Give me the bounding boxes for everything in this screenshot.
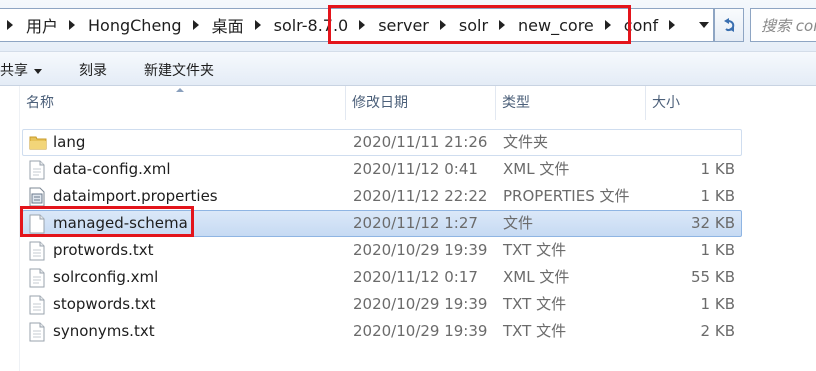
file-date: 2020/11/12 0:17 xyxy=(353,268,478,286)
file-list: lang 2020/11/11 21:26 文件夹 data-config.xm… xyxy=(22,129,742,345)
file-size: 1 KB xyxy=(700,187,735,205)
file-date: 2020/10/29 19:39 xyxy=(353,241,488,259)
properties-file-icon xyxy=(29,187,47,207)
sort-ascending-icon xyxy=(176,88,184,92)
chevron-down-icon xyxy=(34,68,42,74)
share-label: 共享 xyxy=(0,63,28,79)
file-size: 1 KB xyxy=(700,241,735,259)
column-header-size[interactable]: 大小 xyxy=(645,86,816,120)
list-item[interactable]: lang 2020/11/11 21:26 文件夹 xyxy=(22,129,742,156)
chevron-right-icon[interactable] xyxy=(69,20,76,30)
file-size: 32 KB xyxy=(691,214,735,232)
file-type: TXT 文件 xyxy=(503,322,567,340)
command-toolbar: 共享 刻录 新建文件夹 xyxy=(0,52,816,86)
file-name: solrconfig.xml xyxy=(53,268,159,286)
text-file-icon xyxy=(29,295,47,315)
highlight-box-managed-schema xyxy=(20,206,194,237)
breadcrumb-item-user[interactable]: HongCheng xyxy=(86,16,182,35)
navigation-pane-edge xyxy=(0,86,20,371)
chevron-right-icon[interactable] xyxy=(669,20,676,30)
burn-button[interactable]: 刻录 xyxy=(79,60,107,80)
list-item[interactable]: stopwords.txt 2020/10/29 19:39 TXT 文件 1 … xyxy=(22,291,742,318)
file-name: synonyms.txt xyxy=(53,322,155,340)
file-size: 1 KB xyxy=(700,295,735,313)
share-menu-button[interactable]: 共享 xyxy=(0,60,42,80)
chevron-right-icon[interactable] xyxy=(254,20,261,30)
file-name: data-config.xml xyxy=(53,160,171,178)
list-item[interactable]: protwords.txt 2020/10/29 19:39 TXT 文件 1 … xyxy=(22,237,742,264)
file-type: TXT 文件 xyxy=(503,241,567,259)
folder-icon xyxy=(29,133,47,153)
new-folder-button[interactable]: 新建文件夹 xyxy=(144,60,214,80)
refresh-button[interactable] xyxy=(714,8,744,42)
file-date: 2020/11/11 21:26 xyxy=(353,133,488,151)
file-size: 2 KB xyxy=(700,322,735,340)
refresh-icon xyxy=(724,18,735,32)
address-history-dropdown[interactable] xyxy=(694,10,714,40)
highlight-box-path xyxy=(328,5,631,44)
breadcrumb-item-users[interactable]: 用户 xyxy=(24,13,58,37)
file-date: 2020/10/29 19:39 xyxy=(353,295,488,313)
list-item[interactable]: synonyms.txt 2020/10/29 19:39 TXT 文件 2 K… xyxy=(22,318,742,345)
file-name: protwords.txt xyxy=(53,241,154,259)
text-file-icon xyxy=(29,322,47,342)
file-date: 2020/11/12 22:22 xyxy=(353,187,488,205)
list-item[interactable]: solrconfig.xml 2020/11/12 0:17 XML 文件 55… xyxy=(22,264,742,291)
chevron-down-icon xyxy=(699,22,709,28)
file-size: 1 KB xyxy=(700,160,735,178)
xml-file-icon xyxy=(29,268,47,288)
search-input[interactable]: 搜索 conf xyxy=(750,8,816,42)
file-type: XML 文件 xyxy=(503,160,570,178)
file-type: XML 文件 xyxy=(503,268,570,286)
file-date: 2020/10/29 19:39 xyxy=(353,322,488,340)
chevron-right-icon[interactable] xyxy=(7,20,13,30)
column-headers: 名称 修改日期 类型 大小 xyxy=(0,86,816,120)
file-type: TXT 文件 xyxy=(503,295,567,313)
column-header-type[interactable]: 类型 xyxy=(495,86,645,120)
text-file-icon xyxy=(29,241,47,261)
chevron-right-icon[interactable] xyxy=(192,20,199,30)
file-date: 2020/11/12 1:27 xyxy=(353,214,478,232)
breadcrumb-item-desktop[interactable]: 桌面 xyxy=(210,13,244,37)
file-type: 文件夹 xyxy=(503,133,549,151)
file-type: 文件 xyxy=(503,214,534,232)
xml-file-icon xyxy=(29,160,47,180)
file-name: lang xyxy=(53,133,86,151)
file-type: PROPERTIES 文件 xyxy=(503,187,630,205)
file-name: stopwords.txt xyxy=(53,295,156,313)
file-date: 2020/11/12 0:41 xyxy=(353,160,478,178)
column-header-date[interactable]: 修改日期 xyxy=(345,86,495,120)
file-size: 55 KB xyxy=(691,268,735,286)
list-item[interactable]: data-config.xml 2020/11/12 0:41 XML 文件 1… xyxy=(22,156,742,183)
